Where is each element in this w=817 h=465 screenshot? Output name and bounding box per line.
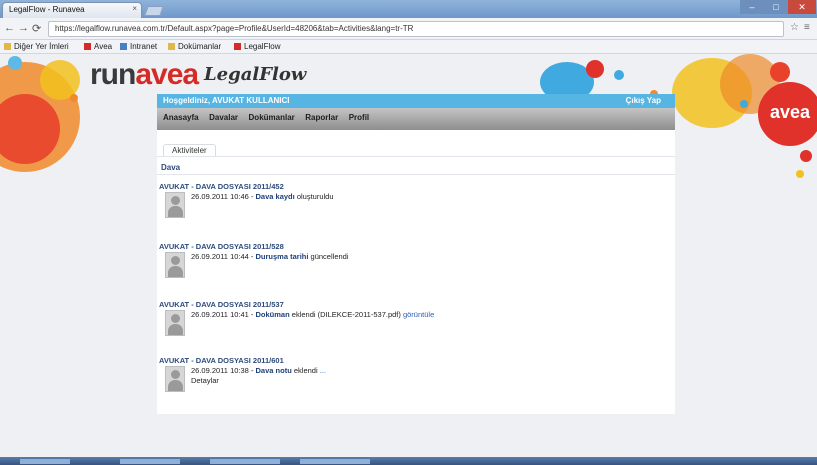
menu-item-home[interactable]: Anasayfa [163,113,199,122]
menu-item-reports[interactable]: Raporlar [305,113,338,122]
avatar-icon [165,366,185,392]
list-item: AVUKAT - DAVA DOSYASI 2011/528 26.09.201… [157,242,675,302]
entry-text: 26.09.2011 10:46 - Dava kaydı oluşturuld… [191,192,334,201]
list-item: AVUKAT - DAVA DOSYASI 2011/537 26.09.201… [157,300,675,360]
window-close-button[interactable]: ✕ [788,0,816,14]
entry-date: 26.09.2011 10:46 [191,192,249,201]
entry-date: 26.09.2011 10:41 [191,310,249,319]
close-icon[interactable]: × [132,4,137,13]
entry-more[interactable]: Detaylar [191,376,219,385]
avea-badge: avea [758,82,817,146]
bookmark-item[interactable]: Diğer Yer İmleri [4,42,69,51]
decor-circle [740,100,748,108]
folder-icon [4,43,11,50]
entry-detail: eklendi (DILEKCE-2011-537.pdf) [291,310,401,319]
entry-heading[interactable]: AVUKAT - DAVA DOSYASI 2011/452 [159,182,284,191]
entry-heading[interactable]: AVUKAT - DAVA DOSYASI 2011/601 [159,356,284,365]
bookmark-label: Dokümanlar [178,42,222,51]
entry-text: 26.09.2011 10:44 - Duruşma tarihi güncel… [191,252,349,261]
decor-circle [614,70,624,80]
entry-link[interactable]: görüntüle [403,310,434,319]
entry-detail: oluşturuldu [296,192,334,201]
taskbar-item[interactable] [300,459,370,464]
entry-heading[interactable]: AVUKAT - DAVA DOSYASI 2011/528 [159,242,284,251]
avatar-icon [165,310,185,336]
bookmarks-bar: Diğer Yer İmleri Avea Intranet Dokümanla… [0,40,817,54]
decor-circle [70,94,78,102]
tab-activities[interactable]: Aktiviteler [163,144,216,156]
section-title: Dava [161,163,181,172]
browser-tab[interactable]: LegalFlow - Runavea × [2,2,142,18]
decor-circle [8,56,22,70]
entry-action: Duruşma tarihi [255,252,309,261]
menu-item-documents[interactable]: Dokümanlar [249,113,295,122]
list-item: AVUKAT - DAVA DOSYASI 2011/452 26.09.201… [157,182,675,242]
back-icon[interactable]: ← [4,22,15,34]
new-tab-button[interactable] [144,6,164,16]
user-bar: Hoşgeldiniz, AVUKAT KULLANICI Çıkış Yap [157,94,675,108]
divider [157,174,675,175]
divider [157,156,675,157]
logout-link[interactable]: Çıkış Yap [626,96,661,105]
entry-detail: güncellendi [310,252,349,261]
tab-title: LegalFlow - Runavea [9,5,85,14]
forward-icon[interactable]: → [18,22,29,34]
bookmark-item[interactable]: Dokümanlar [168,42,221,51]
avatar-icon [165,252,185,278]
bookmark-label: Avea [94,42,113,51]
legalflow-icon [234,43,241,50]
entry-date: 26.09.2011 10:44 [191,252,249,261]
bookmark-label: Diğer Yer İmleri [14,42,69,51]
list-item: AVUKAT - DAVA DOSYASI 2011/601 26.09.201… [157,356,675,416]
os-taskbar [0,457,817,465]
decor-circle [800,150,812,162]
browser-titlebar: LegalFlow - Runavea × – □ ✕ [0,0,817,18]
logo-run: run [90,58,136,91]
bookmark-item[interactable]: Intranet [120,42,157,51]
taskbar-item[interactable] [120,459,180,464]
menu-item-profile[interactable]: Profil [349,113,369,122]
decor-circle [770,62,790,82]
entry-action: Doküman [255,310,290,319]
avea-icon [84,43,91,50]
bookmark-label: Intranet [130,42,158,51]
taskbar-item[interactable] [20,459,70,464]
entry-detail: eklendi [293,366,318,375]
entry-date: 26.09.2011 10:38 [191,366,249,375]
decor-circle [586,60,604,78]
minimize-button[interactable]: – [740,0,764,14]
folder-icon [168,43,175,50]
runavea-logo[interactable]: runavea [90,58,199,92]
menu-item-cases[interactable]: Davalar [209,113,238,122]
maximize-button[interactable]: □ [764,0,788,14]
logo-avea: avea [135,58,199,91]
star-icon[interactable]: ☆ [790,22,799,33]
address-bar[interactable]: https://legalflow.runavea.com.tr/Default… [48,21,784,37]
taskbar-item[interactable] [210,459,280,464]
bookmark-item[interactable]: LegalFlow [234,42,280,51]
bookmark-item[interactable]: Avea [84,42,112,51]
main-panel: Hoşgeldiniz, AVUKAT KULLANICI Çıkış Yap … [157,94,675,414]
intranet-icon [120,43,127,50]
decor-circle [796,170,804,178]
page-content: avea runavea LegalFlow Hoşgeldiniz, AVUK… [0,54,817,457]
app-name: LegalFlow [204,64,307,85]
entry-heading[interactable]: AVUKAT - DAVA DOSYASI 2011/537 [159,300,284,309]
entry-text: 26.09.2011 10:38 - Dava notu eklendi ... [191,366,327,375]
entry-text: 26.09.2011 10:41 - Doküman eklendi (DILE… [191,310,435,319]
main-menu: Anasayfa Davalar Dokümanlar Raporlar Pro… [157,108,675,130]
wrench-icon[interactable]: ≡ [804,22,810,33]
avatar-icon [165,192,185,218]
welcome-text: Hoşgeldiniz, AVUKAT KULLANICI [163,96,290,105]
bookmark-label: LegalFlow [244,42,281,51]
entry-action: Dava notu [255,366,292,375]
reload-icon[interactable]: ⟳ [32,22,41,35]
browser-toolbar: ← → ⟳ https://legalflow.runavea.com.tr/D… [0,18,817,40]
entry-link[interactable]: ... [320,366,326,375]
entry-action: Dava kaydı [255,192,295,201]
